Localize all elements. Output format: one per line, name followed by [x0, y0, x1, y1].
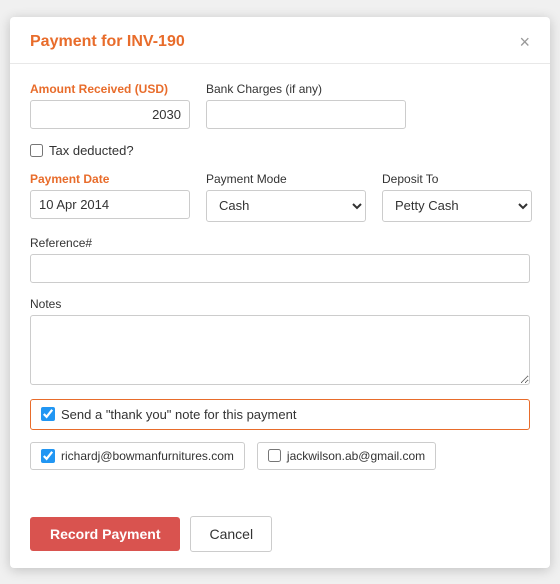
email1-checkbox[interactable]	[41, 449, 55, 463]
email2-option: jackwilson.ab@gmail.com	[257, 442, 436, 470]
email1-value: richardj@bowmanfurnitures.com	[61, 449, 234, 463]
notes-textarea[interactable]	[30, 315, 530, 385]
record-payment-button[interactable]: Record Payment	[30, 517, 180, 551]
payment-mode-label: Payment Mode	[206, 172, 366, 186]
amount-input[interactable]	[30, 100, 190, 129]
email-row: richardj@bowmanfurnitures.com jackwilson…	[30, 442, 530, 470]
dialog-title: Payment for INV-190	[30, 33, 185, 51]
reference-label: Reference#	[30, 236, 530, 250]
deposit-to-select[interactable]: Petty Cash Checking Account Savings Acco…	[382, 190, 532, 222]
deposit-to-label: Deposit To	[382, 172, 532, 186]
amount-label: Amount Received (USD)	[30, 82, 190, 96]
thank-you-checkbox[interactable]	[41, 407, 55, 421]
payment-mode-select[interactable]: Cash Check Credit Card Bank Transfer	[206, 190, 366, 222]
title-prefix: Payment for	[30, 33, 127, 50]
thank-you-row: Send a "thank you" note for this payment	[30, 399, 530, 430]
bank-charges-label: Bank Charges (if any)	[206, 82, 406, 96]
email1-option: richardj@bowmanfurnitures.com	[30, 442, 245, 470]
payment-date-label: Payment Date	[30, 172, 190, 186]
tax-deducted-label: Tax deducted?	[49, 143, 134, 158]
payment-details-row: Payment Date Payment Mode Cash Check Cre…	[30, 172, 530, 222]
payment-dialog: Payment for INV-190 × Amount Received (U…	[10, 17, 550, 568]
cancel-button[interactable]: Cancel	[190, 516, 272, 552]
invoice-id: INV-190	[127, 33, 185, 50]
tax-row: Tax deducted?	[30, 143, 530, 158]
thank-you-label: Send a "thank you" note for this payment	[61, 407, 296, 422]
tax-deducted-checkbox[interactable]	[30, 144, 43, 157]
amount-group: Amount Received (USD)	[30, 82, 190, 129]
dialog-body: Amount Received (USD) Bank Charges (if a…	[10, 64, 550, 504]
bank-charges-group: Bank Charges (if any)	[206, 82, 406, 129]
email2-value: jackwilson.ab@gmail.com	[287, 449, 425, 463]
dialog-header: Payment for INV-190 ×	[10, 17, 550, 64]
notes-group: Notes	[30, 297, 530, 385]
dialog-footer: Record Payment Cancel	[10, 504, 550, 568]
deposit-to-group: Deposit To Petty Cash Checking Account S…	[382, 172, 532, 222]
reference-group: Reference#	[30, 236, 530, 283]
amount-row: Amount Received (USD) Bank Charges (if a…	[30, 82, 530, 129]
notes-label: Notes	[30, 297, 530, 311]
email2-checkbox[interactable]	[268, 449, 281, 462]
payment-date-group: Payment Date	[30, 172, 190, 219]
payment-mode-group: Payment Mode Cash Check Credit Card Bank…	[206, 172, 366, 222]
bank-charges-input[interactable]	[206, 100, 406, 129]
reference-input[interactable]	[30, 254, 530, 283]
close-button[interactable]: ×	[519, 33, 530, 51]
payment-date-input[interactable]	[30, 190, 190, 219]
